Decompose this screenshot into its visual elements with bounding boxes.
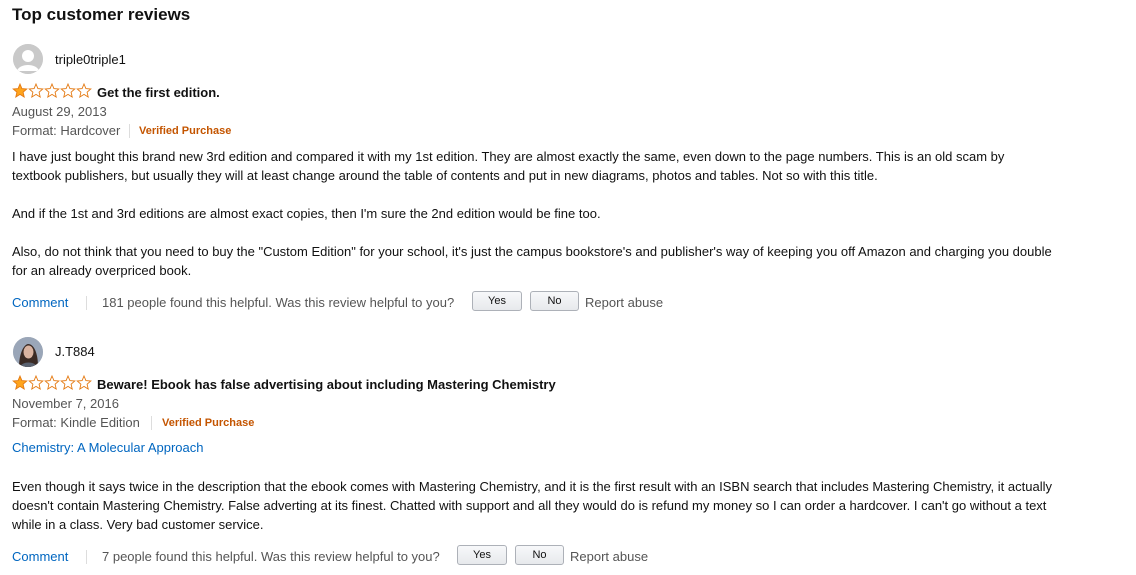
- star-empty-icon: [76, 83, 92, 98]
- review-username[interactable]: triple0triple1: [55, 52, 126, 67]
- star-filled-icon: [12, 83, 28, 98]
- review-format[interactable]: Format: Hardcover: [12, 123, 120, 138]
- helpful-yes-button[interactable]: Yes: [457, 545, 507, 565]
- default-user-avatar-icon[interactable]: [13, 44, 43, 74]
- user-photo-avatar-icon[interactable]: [13, 337, 43, 367]
- helpful-no-button[interactable]: No: [515, 545, 564, 565]
- review-date: November 7, 2016: [12, 396, 119, 411]
- star-empty-icon: [28, 83, 44, 98]
- review-paragraph: Also, do not think that you need to buy …: [12, 244, 1052, 278]
- star-empty-icon: [28, 375, 44, 390]
- review-paragraph: And if the 1st and 3rd editions are almo…: [12, 206, 601, 221]
- star-empty-icon: [60, 375, 76, 390]
- review-format[interactable]: Format: Kindle Edition: [12, 415, 140, 430]
- report-abuse-link[interactable]: Report abuse: [585, 295, 663, 310]
- report-abuse-link[interactable]: Report abuse: [570, 549, 648, 564]
- helpful-count-text: 181 people found this helpful. Was this …: [102, 295, 455, 310]
- verified-purchase-badge: Verified Purchase: [162, 417, 255, 429]
- star-filled-icon: [12, 375, 28, 390]
- review-username[interactable]: J.T884: [55, 344, 95, 359]
- review-title[interactable]: Get the first edition.: [97, 85, 220, 100]
- section-title: Top customer reviews: [12, 5, 191, 24]
- review-paragraph: Even though it says twice in the descrip…: [12, 479, 1052, 532]
- review-title[interactable]: Beware! Ebook has false advertising abou…: [97, 377, 556, 392]
- star-empty-icon: [44, 375, 60, 390]
- star-rating[interactable]: [12, 83, 92, 98]
- star-empty-icon: [44, 83, 60, 98]
- verified-purchase-badge: Verified Purchase: [139, 125, 232, 137]
- review-paragraph: I have just bought this brand new 3rd ed…: [12, 149, 1005, 183]
- product-link[interactable]: Chemistry: A Molecular Approach: [12, 440, 203, 455]
- divider: [129, 124, 130, 138]
- divider: [151, 416, 152, 430]
- helpful-yes-button[interactable]: Yes: [472, 291, 522, 311]
- review-body: I have just bought this brand new 3rd ed…: [12, 147, 1052, 280]
- star-empty-icon: [76, 375, 92, 390]
- star-rating[interactable]: [12, 375, 92, 390]
- review-date: August 29, 2013: [12, 104, 107, 119]
- divider: [86, 550, 87, 564]
- helpful-no-button[interactable]: No: [530, 291, 579, 311]
- star-empty-icon: [60, 83, 76, 98]
- divider: [86, 296, 87, 310]
- comment-link[interactable]: Comment: [12, 295, 68, 310]
- comment-link[interactable]: Comment: [12, 549, 68, 564]
- helpful-count-text: 7 people found this helpful. Was this re…: [102, 549, 440, 564]
- review-body: Even though it says twice in the descrip…: [12, 477, 1052, 534]
